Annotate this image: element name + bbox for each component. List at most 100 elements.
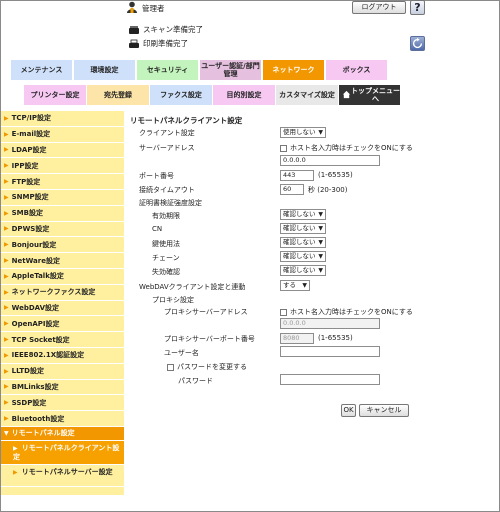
sidebar-item-lltd[interactable]: ▶ LLTD設定 [1, 363, 124, 380]
tab-environment[interactable]: 環境設定 [73, 59, 136, 81]
hostname-checkbox-row: ホスト名入力時はチェックをONにする [280, 143, 413, 153]
sidebar-item-ieee8021x[interactable]: ▶ IEEE802.1X認証設定 [1, 347, 124, 364]
change-password-checkbox[interactable] [167, 363, 174, 371]
sidebar-item-tcpip[interactable]: ▶ TCP/IP設定 [1, 111, 124, 127]
sidebar-item-label: IEEE802.1X認証設定 [11, 351, 85, 360]
help-button[interactable]: ? [410, 0, 425, 15]
cert-verify-label: 証明書検証強度設定 [139, 199, 202, 207]
tab-printer-settings[interactable]: プリンター設定 [24, 85, 87, 105]
cert-expiry-label: 有効期限 [152, 212, 180, 220]
cert-key-usage-label: 鍵使用法 [152, 240, 180, 248]
triangle-icon: ▶ [4, 320, 9, 328]
print-status-text: 印刷準備完了 [143, 39, 188, 48]
triangle-icon: ▶ [4, 257, 9, 265]
sidebar-subitem-remote-panel-client[interactable]: ▶ リモートパネルクライアント設定 [1, 440, 124, 465]
tab-customize-settings[interactable]: カスタマイズ設定 [276, 85, 339, 105]
tab-user-auth[interactable]: ユーザー認証/部門管理 [199, 59, 262, 81]
header: 管理者 ログアウト ? スキャン準備完了 印刷準備完了 メンテナンス 環境設定 … [0, 0, 500, 108]
sidebar-item-label: SMB設定 [11, 209, 43, 218]
sidebar-item-label: ネットワークファクス設定 [11, 288, 96, 297]
cancel-button[interactable]: キャンセル [359, 404, 409, 417]
sidebar-item-email[interactable]: ▶ E-mail設定 [1, 126, 124, 143]
sidebar-item-bonjour[interactable]: ▶ Bonjour設定 [1, 237, 124, 254]
cert-cn-select[interactable]: 確認しない ▼ [280, 223, 326, 234]
tab-top-menu-label: トップメニューへ [351, 87, 400, 103]
sidebar-item-dpws[interactable]: ▶ DPWS設定 [1, 221, 124, 238]
sidebar-item-ssdp[interactable]: ▶ SSDP設定 [1, 395, 124, 412]
triangle-icon: ▶ [13, 444, 20, 452]
change-password-label: パスワードを変更する [177, 363, 247, 371]
cert-chain-select[interactable]: 確認しない ▼ [280, 251, 326, 262]
sidebar-item-ipp[interactable]: ▶ IPP設定 [1, 158, 124, 175]
cert-chain-label: チェーン [152, 254, 180, 262]
proxy-address-label: プロキシサーバーアドレス [164, 308, 248, 316]
triangle-icon: ▶ [13, 468, 20, 476]
sidebar-item-appletalk[interactable]: ▶ AppleTalk設定 [1, 268, 124, 285]
proxy-port-input[interactable]: 8080 [280, 333, 314, 344]
cert-cn-value: 確認しない [283, 224, 316, 232]
triangle-icon: ▶ [4, 225, 9, 233]
webdav-link-select[interactable]: する ▼ [280, 280, 310, 291]
sidebar-item-remote-panel[interactable]: ▼ リモートパネル設定 [1, 426, 124, 441]
client-setting-value: 使用しない [283, 128, 316, 136]
sidebar-item-bluetooth[interactable]: ▶ Bluetooth設定 [1, 411, 124, 427]
tab-fax-settings[interactable]: ファクス設定 [150, 85, 213, 105]
sidebar-item-ldap[interactable]: ▶ LDAP設定 [1, 142, 124, 159]
tab-network[interactable]: ネットワーク [262, 59, 325, 81]
refresh-button[interactable] [410, 36, 425, 51]
hostname-checkbox[interactable] [280, 144, 287, 152]
port-label: ポート番号 [139, 172, 174, 180]
proxy-hostname-checkbox[interactable] [280, 308, 287, 316]
ok-button[interactable]: OK [341, 404, 356, 417]
sidebar: ▶ TCP/IP設定 ▶ E-mail設定 ▶ LDAP設定 ▶ IPP設定 ▶ FTP設… [1, 111, 124, 495]
cert-expiry-select[interactable]: 確認しない ▼ [280, 209, 326, 220]
sidebar-item-smb[interactable]: ▶ SMB設定 [1, 205, 124, 222]
triangle-icon: ▶ [4, 178, 9, 186]
port-input[interactable]: 443 [280, 170, 314, 181]
sidebar-item-netware[interactable]: ▶ NetWare設定 [1, 253, 124, 269]
sidebar-item-tcp-socket[interactable]: ▶ TCP Socket設定 [1, 332, 124, 348]
tab-maintenance[interactable]: メンテナンス [10, 59, 73, 81]
chevron-down-icon: ▼ [302, 282, 307, 289]
sidebar-item-webdav[interactable]: ▶ WebDAV設定 [1, 300, 124, 317]
cert-revocation-select[interactable]: 確認しない ▼ [280, 265, 326, 276]
proxy-hostname-checkbox-row: ホスト名入力時はチェックをONにする [280, 307, 413, 317]
proxy-address-input[interactable]: 0.0.0.0 [280, 318, 380, 329]
cert-key-usage-select[interactable]: 確認しない ▼ [280, 237, 326, 248]
change-password-row: パスワードを変更する [167, 362, 247, 372]
tab-address-register[interactable]: 宛先登録 [87, 85, 150, 105]
sidebar-item-ftp[interactable]: ▶ FTP設定 [1, 174, 124, 190]
cert-cn-label: CN [152, 225, 163, 233]
sidebar-item-bmlinks[interactable]: ▶ BMLinks設定 [1, 379, 124, 396]
chevron-down-icon: ▼ [318, 225, 323, 232]
cert-revocation-label: 失効確認 [152, 268, 180, 276]
tab-security[interactable]: セキュリティ [136, 59, 199, 81]
proxy-port-range: (1-65535) [318, 334, 353, 342]
sidebar-item-openapi[interactable]: ▶ OpenAPI設定 [1, 316, 124, 333]
admin-user-icon [127, 1, 137, 13]
timeout-input[interactable]: 60 [280, 184, 304, 195]
server-address-input[interactable]: 0.0.0.0 [280, 155, 380, 166]
sidebar-item-network-fax[interactable]: ▶ ネットワークファクス設定 [1, 284, 124, 301]
scan-status-text: スキャン準備完了 [143, 25, 203, 34]
sub-tabs: プリンター設定 宛先登録 ファクス設定 目的別設定 カスタマイズ設定 トップメニ… [24, 85, 401, 105]
cert-expiry-value: 確認しない [283, 210, 316, 218]
logout-button[interactable]: ログアウト [352, 1, 406, 14]
username-input[interactable] [280, 346, 380, 357]
triangle-icon: ▶ [4, 383, 9, 391]
triangle-icon: ▶ [4, 351, 9, 359]
tab-top-menu[interactable]: トップメニューへ [339, 85, 401, 105]
cert-key-usage-value: 確認しない [283, 238, 316, 246]
tab-box[interactable]: ボックス [325, 59, 388, 81]
sidebar-item-label: WebDAV設定 [11, 303, 60, 312]
client-setting-select[interactable]: 使用しない ▼ [280, 127, 326, 138]
sidebar-item-label: リモートパネル設定 [11, 429, 75, 438]
sidebar-item-label: LLTD設定 [11, 367, 44, 376]
sidebar-item-label: Bonjour設定 [11, 240, 57, 249]
tab-purpose-settings[interactable]: 目的別設定 [213, 85, 276, 105]
client-setting-label: クライアント設定 [139, 129, 195, 137]
sidebar-item-label: AppleTalk設定 [11, 272, 64, 281]
sidebar-subitem-remote-panel-server[interactable]: ▶ リモートパネルサーバー設定 [1, 464, 124, 487]
password-input[interactable] [280, 374, 380, 385]
sidebar-item-snmp[interactable]: ▶ SNMP設定 [1, 189, 124, 206]
